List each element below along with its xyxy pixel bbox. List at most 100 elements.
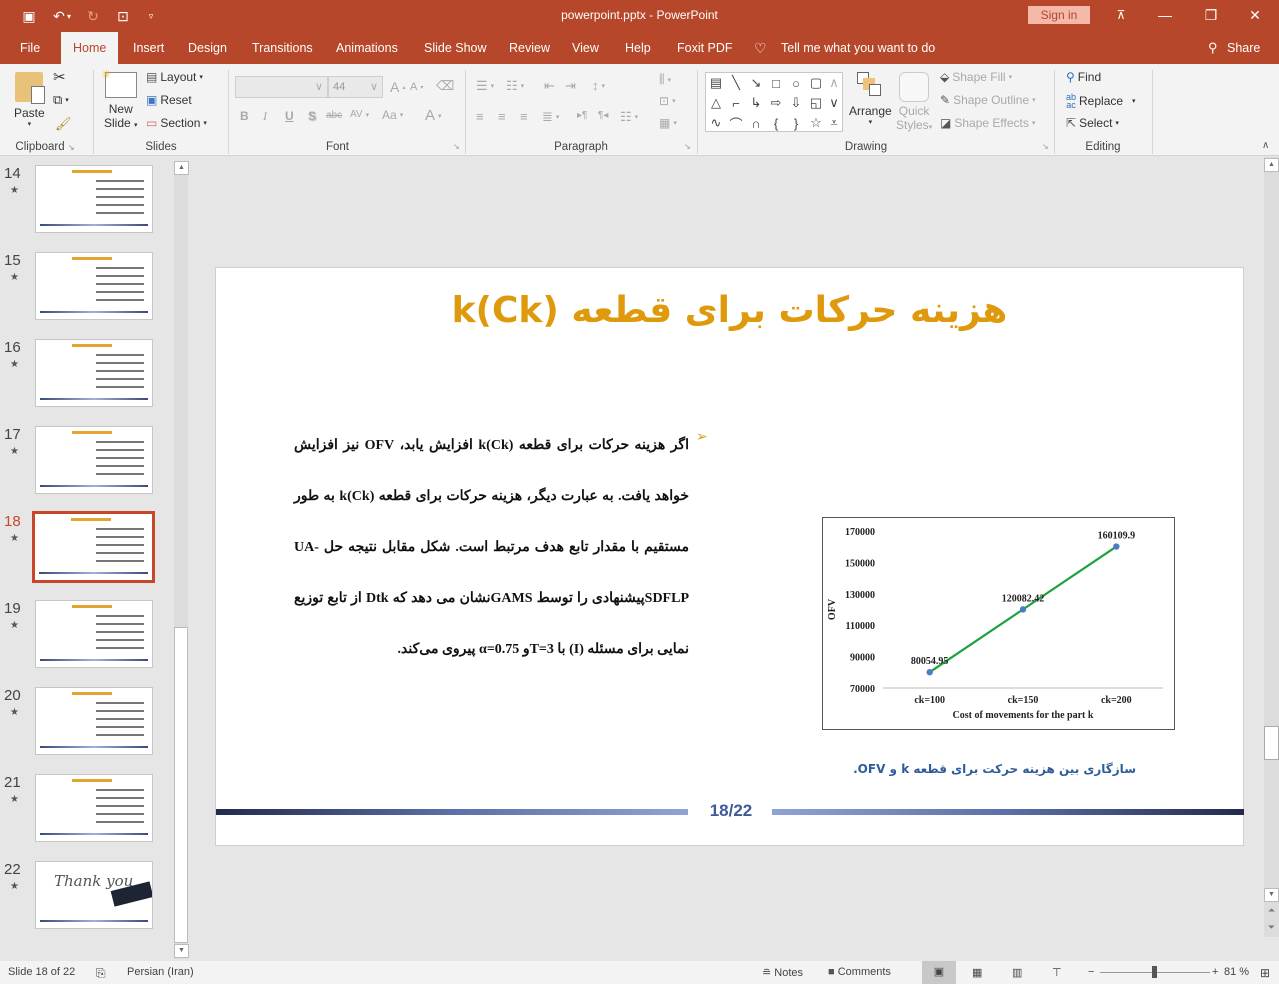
gallery-more-icon[interactable]: ⩡ xyxy=(830,115,837,131)
shape-effects-button[interactable]: ◪ Shape Effects ▾ xyxy=(940,116,1035,130)
line-shape-icon[interactable]: ╲ xyxy=(732,75,740,91)
rtl-icon[interactable]: ¶◂ xyxy=(598,110,608,121)
new-slide-button[interactable]: ✳ New Slide ▾ xyxy=(102,69,138,130)
smartart-icon[interactable]: ▦ ▾ xyxy=(659,116,677,130)
numbering-icon[interactable]: ☷ ▾ xyxy=(506,78,524,94)
arrange-button[interactable]: Arrange ▾ xyxy=(849,72,892,126)
cut-icon[interactable]: ✂ xyxy=(53,68,66,86)
paste-button[interactable]: Paste ▾ xyxy=(14,72,46,128)
increase-font-icon[interactable]: A ▴ xyxy=(390,79,405,95)
triangle-shape-icon[interactable]: △ xyxy=(711,95,721,111)
language-indicator[interactable]: Persian (Iran) xyxy=(127,966,194,978)
font-name-combo[interactable]: ∨ xyxy=(235,76,328,98)
replace-button[interactable]: ab ac Replace ▾ xyxy=(1066,93,1136,110)
slide-sorter-icon[interactable]: ▦ xyxy=(972,966,982,979)
char-spacing-button[interactable]: AV ▾ xyxy=(350,109,369,120)
columns-icon[interactable]: ☷ ▾ xyxy=(620,109,638,125)
ltr-icon[interactable]: ▸¶ xyxy=(577,110,587,121)
previous-slide-icon[interactable]: ⏶ xyxy=(1264,905,1279,916)
layout-button[interactable]: ▤ Layout ▾ xyxy=(146,70,203,84)
notes-button[interactable]: ≘ Notes xyxy=(762,966,803,979)
tab-view[interactable]: View xyxy=(572,32,599,64)
slide-thumbnail-19[interactable] xyxy=(35,600,153,668)
slide-thumbnail-18[interactable] xyxy=(32,511,155,583)
slide-thumbnail-15[interactable] xyxy=(35,252,153,320)
tab-slide-show[interactable]: Slide Show xyxy=(424,32,487,64)
spelling-icon[interactable]: ⎘ xyxy=(96,966,106,981)
tab-file[interactable]: File xyxy=(20,32,40,64)
slide-scroll-thumb[interactable] xyxy=(1264,726,1279,760)
share-button[interactable]: Share xyxy=(1227,32,1260,64)
right-brace-shape-icon[interactable]: } xyxy=(794,116,798,131)
snip-shape-icon[interactable]: ◱ xyxy=(810,95,822,111)
next-slide-icon[interactable]: ⏷ xyxy=(1264,922,1279,933)
slideshow-view-icon[interactable]: ⊤ xyxy=(1052,966,1062,979)
zoom-in-button[interactable]: + xyxy=(1212,966,1218,978)
fit-slide-icon[interactable]: ⊞ xyxy=(1260,966,1270,980)
slide-scrollbar[interactable] xyxy=(1264,157,1279,937)
shape-fill-button[interactable]: ⬙ Shape Fill ▾ xyxy=(940,70,1012,84)
tab-design[interactable]: Design xyxy=(188,32,227,64)
slide-canvas[interactable]: هزینه حرکات برای قطعه (k(Ck ➢ اگر هزینه … xyxy=(215,267,1244,846)
decrease-font-icon[interactable]: A ▾ xyxy=(410,81,423,93)
tab-animations[interactable]: Animations xyxy=(336,32,398,64)
tell-me-search[interactable]: Tell me what you want to do xyxy=(781,32,935,64)
oval-shape-icon[interactable]: ○ xyxy=(792,76,800,91)
reading-view-icon[interactable]: ▥ xyxy=(1012,966,1022,979)
thumbnail-scroll-thumb[interactable] xyxy=(174,627,188,943)
rectangle-shape-icon[interactable]: □ xyxy=(772,76,780,91)
zoom-slider-thumb[interactable] xyxy=(1151,966,1157,978)
bullets-icon[interactable]: ☰ ▾ xyxy=(476,78,494,94)
copy-icon[interactable]: ⧉ ▾ xyxy=(53,92,69,108)
normal-view-icon[interactable]: ▣ xyxy=(922,961,956,984)
decrease-indent-icon[interactable]: ⇤ xyxy=(544,78,555,94)
font-color-button[interactable]: A ▾ xyxy=(425,107,442,124)
slide-title[interactable]: هزینه حرکات برای قطعه (k(Ck xyxy=(216,290,1243,331)
strikethrough-button[interactable]: abc xyxy=(326,110,342,121)
slide-thumbnail-16[interactable] xyxy=(35,339,153,407)
elbow-shape-icon[interactable]: ⌐ xyxy=(732,96,740,111)
paragraph-launcher-icon[interactable]: ↘ xyxy=(684,142,691,151)
curve-shape-icon[interactable]: ∩ xyxy=(751,116,760,131)
down-arrow-shape-icon[interactable]: ⇩ xyxy=(791,95,802,111)
section-button[interactable]: ▭ Section ▾ xyxy=(146,116,207,130)
find-button[interactable]: ⚲ Find xyxy=(1066,70,1101,84)
slide-body-text[interactable]: اگر هزینه حرکات برای قطعه k(Ck) افزایش ی… xyxy=(294,420,689,675)
italic-button[interactable]: I xyxy=(263,109,267,124)
scroll-up-icon[interactable]: ▲ xyxy=(174,161,189,175)
justify-icon[interactable]: ≣ ▾ xyxy=(542,109,559,125)
rounded-rect-shape-icon[interactable]: ▢ xyxy=(810,75,822,91)
clear-formatting-icon[interactable]: ⌫ xyxy=(436,78,454,94)
ribbon-display-icon[interactable]: ⊼ xyxy=(1106,4,1136,26)
increase-indent-icon[interactable]: ⇥ xyxy=(565,78,576,94)
tab-foxit-pdf[interactable]: Foxit PDF xyxy=(677,32,733,64)
font-size-combo[interactable]: 44 ∨ xyxy=(328,76,383,98)
slide-scroll-up-icon[interactable]: ▲ xyxy=(1264,158,1279,172)
zoom-out-button[interactable]: − xyxy=(1088,966,1094,978)
arc-shape-icon[interactable]: ⌒ xyxy=(729,114,742,133)
collapse-ribbon-icon[interactable]: ∧ xyxy=(1262,140,1269,151)
tab-insert[interactable]: Insert xyxy=(133,32,164,64)
tab-help[interactable]: Help xyxy=(625,32,651,64)
line-spacing-icon[interactable]: ↕ ▾ xyxy=(592,78,605,93)
gallery-up-icon[interactable]: ∧ xyxy=(829,75,839,91)
close-icon[interactable]: ✕ xyxy=(1240,4,1270,26)
shapes-gallery[interactable]: ▤ ╲ ↘ □ ○ ▢ ∧ △ ⌐ ↳ ⇨ ⇩ ◱ ∨ ∿ ⌒ ∩ {} ☆ ⩡ xyxy=(705,72,843,132)
font-launcher-icon[interactable]: ↘ xyxy=(453,142,460,151)
slide-thumbnail-17[interactable] xyxy=(35,426,153,494)
drawing-launcher-icon[interactable]: ↘ xyxy=(1042,142,1049,151)
slide-thumbnail-20[interactable] xyxy=(35,687,153,755)
left-brace-shape-icon[interactable]: { xyxy=(774,116,778,131)
minimize-icon[interactable]: — xyxy=(1150,4,1180,26)
align-center-icon[interactable]: ≡ xyxy=(498,109,506,124)
sign-in-button[interactable]: Sign in xyxy=(1028,6,1090,24)
zoom-level[interactable]: 81 % xyxy=(1224,966,1249,978)
change-case-button[interactable]: Aa ▾ xyxy=(382,108,403,122)
align-left-icon[interactable]: ≡ xyxy=(476,109,484,124)
tab-transitions[interactable]: Transitions xyxy=(252,32,313,64)
comments-button[interactable]: ■ Comments xyxy=(828,966,891,978)
star-shape-icon[interactable]: ☆ xyxy=(810,115,822,131)
reset-button[interactable]: ▣ Reset xyxy=(146,93,192,107)
align-text-icon[interactable]: ⊡ ▾ xyxy=(659,94,676,108)
bold-button[interactable]: B xyxy=(240,109,249,123)
